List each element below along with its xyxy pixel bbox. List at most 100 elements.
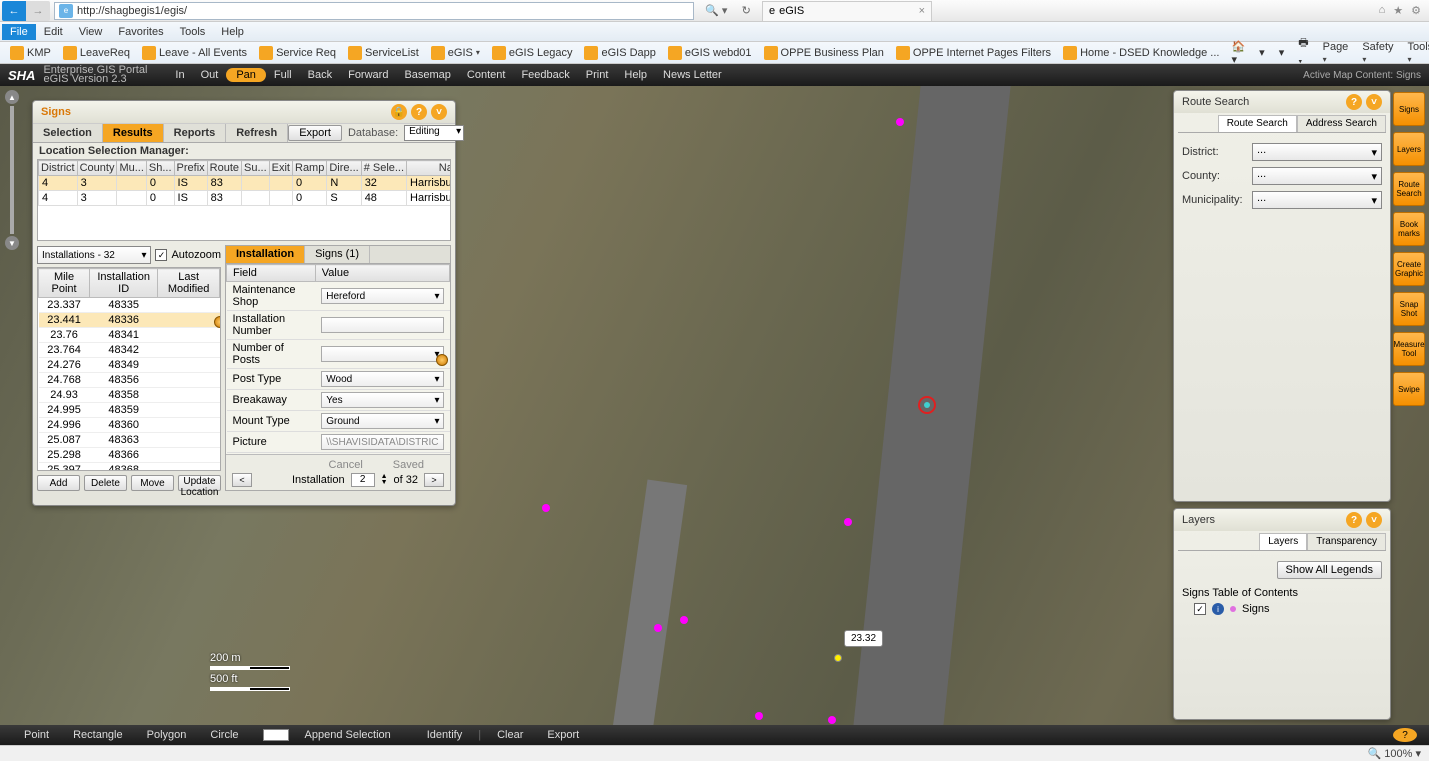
bt-point[interactable]: Point <box>12 729 61 741</box>
installation-row[interactable]: 24.99548359 <box>39 403 220 418</box>
installation-row[interactable]: 23.76448342 <box>39 343 220 358</box>
favorites-icon[interactable]: ★ <box>1393 4 1403 17</box>
tab-layers[interactable]: Layers <box>1259 533 1307 550</box>
zoom-out-icon[interactable]: ▼ <box>5 236 19 250</box>
tool-swipe[interactable]: Swipe <box>1393 372 1425 406</box>
property-value[interactable]: Wood <box>321 371 443 387</box>
bt-circle[interactable]: Circle <box>198 729 250 741</box>
search-icon[interactable]: 🔍 ▾ <box>705 4 727 17</box>
menu-help[interactable]: Help <box>213 24 252 40</box>
sign-marker[interactable] <box>896 118 904 126</box>
zoom-slider[interactable]: ▲ ▼ <box>4 90 20 250</box>
lock-icon[interactable]: 🔒 <box>391 104 407 120</box>
tab-transparency[interactable]: Transparency <box>1307 533 1386 550</box>
refresh-icon[interactable]: ↻ <box>742 4 751 17</box>
home-icon[interactable]: ⌂ <box>1379 4 1386 17</box>
fav-egis-dapp[interactable]: eGIS Dapp <box>580 46 659 60</box>
nav-help[interactable]: Help <box>616 69 655 81</box>
tool-bookmarks[interactable]: Book marks <box>1393 212 1425 246</box>
update-location-button[interactable]: Update Location <box>178 475 221 491</box>
signs-layer-checkbox[interactable]: ✓ <box>1194 603 1206 615</box>
property-value[interactable]: Yes <box>321 392 443 408</box>
mail-dropdown[interactable]: ▾ <box>1275 46 1289 59</box>
nav-full[interactable]: Full <box>266 69 300 81</box>
home-dropdown[interactable]: 🏠 ▾ <box>1227 40 1249 66</box>
highlight-marker[interactable] <box>834 654 842 662</box>
help-icon[interactable]: ? <box>1346 512 1362 528</box>
page-dropdown[interactable]: Page <box>1319 41 1353 65</box>
fav-egis-webd01[interactable]: eGIS webd01 <box>664 46 756 60</box>
menu-edit[interactable]: Edit <box>36 24 71 40</box>
move-button[interactable]: Move <box>131 475 174 491</box>
zoom-indicator[interactable]: 🔍 100% ▾ <box>1368 747 1421 760</box>
fav-kmp[interactable]: KMP <box>6 46 55 60</box>
municipality-select[interactable]: ... <box>1252 191 1382 209</box>
help-icon[interactable]: ? <box>1346 94 1362 110</box>
installation-row[interactable]: 25.08748363 <box>39 433 220 448</box>
minimize-icon[interactable]: ˅ <box>431 104 447 120</box>
tab-signs[interactable]: Signs (1) <box>305 246 370 263</box>
export-button[interactable]: Export <box>288 125 342 141</box>
menu-tools[interactable]: Tools <box>172 24 214 40</box>
installation-row[interactable]: 24.99648360 <box>39 418 220 433</box>
minimize-icon[interactable]: ˅ <box>1366 512 1382 528</box>
fav-servicelist[interactable]: ServiceList <box>344 46 423 60</box>
tab-close-icon[interactable]: × <box>919 5 925 17</box>
delete-button[interactable]: Delete <box>84 475 127 491</box>
safety-dropdown[interactable]: Safety <box>1358 41 1397 65</box>
tab-refresh[interactable]: Refresh <box>226 124 288 142</box>
county-select[interactable]: ... <box>1252 167 1382 185</box>
nav-content[interactable]: Content <box>459 69 514 81</box>
cancel-link[interactable]: Cancel <box>329 459 363 471</box>
tool-measure[interactable]: Measure Tool <box>1393 332 1425 366</box>
tool-signs[interactable]: Signs <box>1393 92 1425 126</box>
installation-row[interactable]: 24.76848356 <box>39 373 220 388</box>
detail-slider-knob[interactable] <box>436 354 448 366</box>
installations-combo[interactable]: Installations - 32 <box>37 246 151 264</box>
database-select[interactable]: Editing <box>404 125 464 141</box>
pager-prev[interactable]: < <box>232 473 252 487</box>
tool-snapshot[interactable]: Snap Shot <box>1393 292 1425 326</box>
nav-basemap[interactable]: Basemap <box>396 69 458 81</box>
fav-leave-all[interactable]: Leave - All Events <box>138 46 251 60</box>
add-button[interactable]: Add <box>37 475 80 491</box>
sign-marker[interactable] <box>542 504 550 512</box>
tab-reports[interactable]: Reports <box>164 124 227 142</box>
bt-clear[interactable]: Clear <box>485 729 535 741</box>
bottom-help-icon[interactable]: ? <box>1393 728 1417 742</box>
sign-marker[interactable] <box>828 716 836 724</box>
bt-identify[interactable]: Identify <box>415 729 474 741</box>
tab-installation[interactable]: Installation <box>226 246 305 263</box>
installation-row[interactable]: 24.9348358 <box>39 388 220 403</box>
list-slider-knob[interactable] <box>214 316 221 328</box>
tab-address-search[interactable]: Address Search <box>1297 115 1386 132</box>
bt-polygon[interactable]: Polygon <box>135 729 199 741</box>
tool-route-search[interactable]: Route Search <box>1393 172 1425 206</box>
fav-dsed-knowledge[interactable]: Home - DSED Knowledge ... <box>1059 46 1223 60</box>
property-value[interactable]: Ground <box>321 413 443 429</box>
pager-value[interactable]: 2 <box>351 473 375 487</box>
nav-back[interactable]: Back <box>300 69 340 81</box>
bt-rectangle[interactable]: Rectangle <box>61 729 135 741</box>
district-select[interactable]: ... <box>1252 143 1382 161</box>
pager-next[interactable]: > <box>424 473 444 487</box>
fav-oppe-filters[interactable]: OPPE Internet Pages Filters <box>892 46 1055 60</box>
menu-favorites[interactable]: Favorites <box>110 24 171 40</box>
location-table[interactable]: DistrictCountyMu...Sh...PrefixRouteSu...… <box>37 159 451 241</box>
nav-out[interactable]: Out <box>193 69 227 81</box>
bt-export[interactable]: Export <box>535 729 591 741</box>
sign-marker[interactable] <box>755 712 763 720</box>
property-value[interactable]: Hereford <box>321 288 443 304</box>
menu-view[interactable]: View <box>71 24 111 40</box>
fav-oppe-bp[interactable]: OPPE Business Plan <box>760 46 888 60</box>
menu-file[interactable]: File <box>2 24 36 40</box>
nav-in[interactable]: In <box>167 69 192 81</box>
help-icon[interactable]: ? <box>411 104 427 120</box>
show-all-legends-button[interactable]: Show All Legends <box>1277 561 1382 579</box>
installation-row[interactable]: 23.33748335 <box>39 298 220 313</box>
sign-marker[interactable] <box>680 616 688 624</box>
tools-dropdown[interactable]: Tools <box>1404 41 1429 65</box>
property-value[interactable] <box>321 317 443 333</box>
tool-create-graphic[interactable]: Create Graphic <box>1393 252 1425 286</box>
location-row[interactable]: 430IS830S48Harrisburg Expwy <box>39 191 452 206</box>
